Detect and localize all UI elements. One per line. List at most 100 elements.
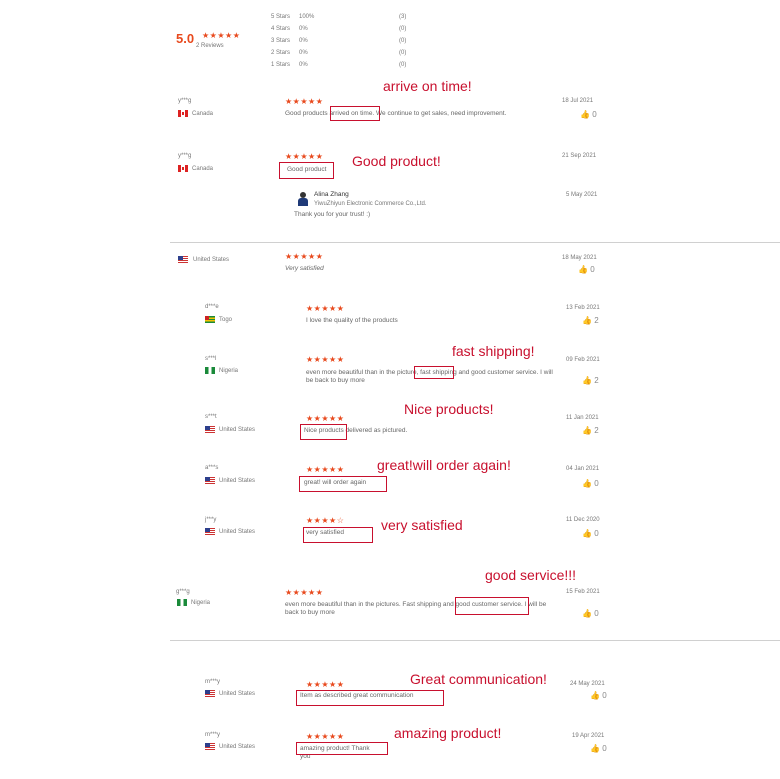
review-date: 15 Feb 2021 <box>566 589 600 595</box>
reviewer-country: Canada <box>192 111 214 117</box>
helpful-button[interactable]: 👍 0 <box>580 111 597 119</box>
review-stars: ★★★★★ <box>285 97 324 106</box>
review-stars: ★★★★★ <box>285 252 324 261</box>
annotation-text: arrive on time! <box>383 78 472 94</box>
highlight-box <box>299 476 387 492</box>
highlight-box <box>455 597 529 615</box>
breakdown-label[interactable]: 2 Stars <box>271 50 290 56</box>
review-stars: ★★★★☆ <box>306 516 345 525</box>
breakdown-label[interactable]: 1 Stars <box>271 62 290 68</box>
review-stars: ★★★★★ <box>285 152 324 161</box>
usa-flag-icon <box>205 690 215 697</box>
annotation-text: good service!!! <box>485 567 577 583</box>
canada-flag-icon <box>178 165 188 172</box>
helpful-button[interactable]: 👍 0 <box>582 480 599 488</box>
annotation-text: fast shipping! <box>452 343 535 359</box>
usa-flag-icon <box>178 256 188 263</box>
review-stars: ★★★★★ <box>306 465 345 474</box>
thumbs-up-icon: 👍 <box>582 609 592 618</box>
reviewer-country: Nigeria <box>191 600 211 606</box>
highlight-box <box>414 366 454 379</box>
helpful-button[interactable]: 👍 0 <box>590 745 607 753</box>
reviewer-country: United States <box>219 744 256 750</box>
helpful-button[interactable]: 👍 0 <box>578 266 595 274</box>
reviewer-name: s***t <box>205 414 217 420</box>
breakdown-label[interactable]: 4 Stars <box>271 26 290 32</box>
usa-flag-icon <box>205 743 215 750</box>
reviewer-name: m***y <box>205 679 221 685</box>
review-date: 21 Sep 2021 <box>562 153 597 159</box>
reviewer-country: Nigeria <box>219 368 239 374</box>
annotation-text: Great communication! <box>410 671 547 687</box>
reviewer-country: United States <box>219 691 256 697</box>
helpful-button[interactable]: 👍 0 <box>582 530 599 538</box>
review-date: 09 Feb 2021 <box>566 357 600 363</box>
highlight-box <box>300 424 347 440</box>
review-date: 04 Jan 2021 <box>566 466 600 472</box>
usa-flag-icon <box>205 528 215 535</box>
reviewer-name: a***s <box>205 465 219 471</box>
review-date: 24 May 2021 <box>570 681 605 687</box>
annotation-text: amazing product! <box>394 725 502 741</box>
seller-company: YiwuZhiyun Electronic Commerce Co.,Ltd. <box>314 201 427 207</box>
thumbs-up-icon: 👍 <box>580 110 590 119</box>
seller-name: Alina Zhang <box>314 191 349 198</box>
average-rating: 5.0 <box>176 31 195 46</box>
annotation-text: great!will order again! <box>377 457 511 473</box>
review-date: 11 Jan 2021 <box>566 415 599 421</box>
reviewer-country: United States <box>219 529 256 535</box>
review-stars: ★★★★★ <box>306 732 345 741</box>
thumbs-up-icon: 👍 <box>582 479 592 488</box>
review-date: 11 Dec 2020 <box>566 517 600 523</box>
highlight-box <box>330 106 380 121</box>
reviewer-name: d***e <box>205 304 219 310</box>
nigeria-flag-icon <box>205 367 215 374</box>
review-date: 18 Jul 2021 <box>562 98 594 104</box>
helpful-button[interactable]: 👍 2 <box>582 317 599 325</box>
rating-summary: 5.0 ★★★★★ 2 Reviews <box>176 30 240 49</box>
thumbs-up-icon: 👍 <box>582 426 592 435</box>
section-divider <box>170 242 780 243</box>
review-stars: ★★★★★ <box>285 588 324 597</box>
reviewer-name: j***y <box>205 517 217 523</box>
review-text: Good products arrived on time. We contin… <box>285 110 507 117</box>
highlight-box <box>296 742 388 755</box>
breakdown-label[interactable]: 5 Stars <box>271 14 290 20</box>
helpful-button[interactable]: 👍 0 <box>582 610 599 618</box>
review-stars: ★★★★★ <box>306 680 345 689</box>
annotation-text: very satisfied <box>381 517 463 533</box>
thumbs-up-icon: 👍 <box>590 744 600 753</box>
review-stars: ★★★★★ <box>306 355 345 364</box>
usa-flag-icon <box>205 426 215 433</box>
review-date: 19 Apr 2021 <box>572 733 605 739</box>
review-stars: ★★★★★ <box>306 304 345 313</box>
review-text: I love the quality of the products <box>306 317 398 324</box>
breakdown-label[interactable]: 3 Stars <box>271 38 290 44</box>
reviewer-country: Canada <box>192 166 214 172</box>
reviewer-name: g***g <box>176 589 190 595</box>
helpful-button[interactable]: 👍 0 <box>590 692 607 700</box>
reviewer-country: United States <box>219 478 256 484</box>
review-date: 13 Feb 2021 <box>566 305 600 311</box>
thumbs-up-icon: 👍 <box>590 691 600 700</box>
section-divider <box>170 640 780 641</box>
highlight-box <box>303 527 373 543</box>
review-text: Very satisfied <box>285 265 324 272</box>
canada-flag-icon <box>178 110 188 117</box>
average-stars: ★★★★★ <box>202 31 241 40</box>
annotation-text: Good product! <box>352 153 441 169</box>
reply-text: Thank you for your trust! :) <box>294 211 371 218</box>
reply-date: 5 May 2021 <box>566 192 598 198</box>
reviewer-name: y***g <box>178 98 192 104</box>
helpful-button[interactable]: 👍 2 <box>582 427 599 435</box>
seller-avatar-icon <box>297 192 309 206</box>
reviewer-name: s***l <box>205 356 217 362</box>
review-count: 2 Reviews <box>196 43 224 49</box>
reviewer-country: United States <box>193 257 230 263</box>
thumbs-up-icon: 👍 <box>582 376 592 385</box>
highlight-box <box>279 162 334 179</box>
helpful-button[interactable]: 👍 2 <box>582 377 599 385</box>
usa-flag-icon <box>205 477 215 484</box>
nigeria-flag-icon <box>177 599 187 606</box>
review-date: 18 May 2021 <box>562 255 597 261</box>
